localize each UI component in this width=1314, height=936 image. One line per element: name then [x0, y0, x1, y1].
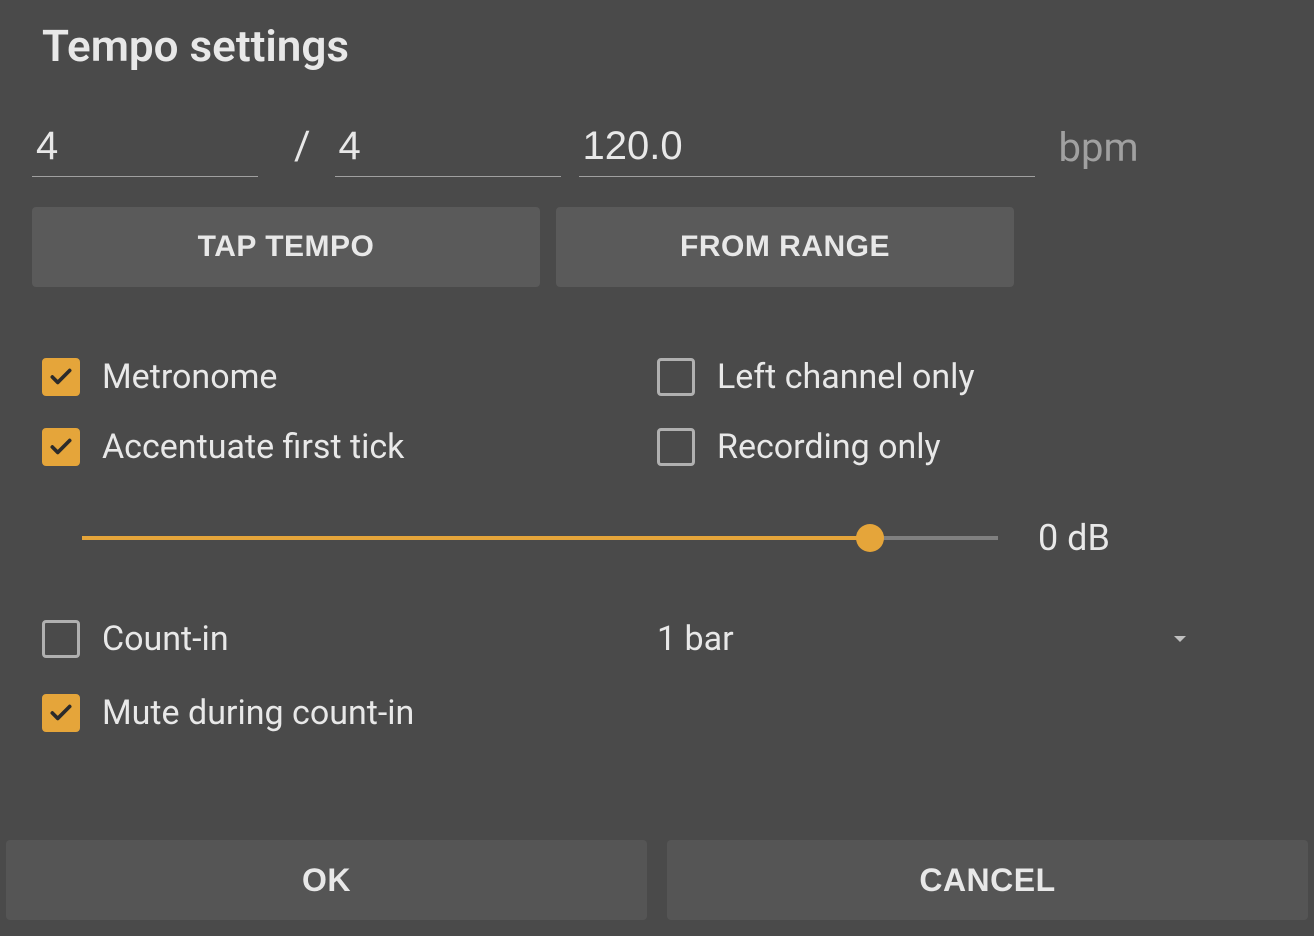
metronome-label: Metronome [102, 357, 277, 397]
check-icon [48, 434, 74, 460]
tempo-action-row: TAP TEMPO FROM RANGE [32, 207, 1282, 287]
count-in-bars-value: 1 bar [657, 619, 734, 659]
mute-count-in-label: Mute during count-in [102, 693, 414, 733]
check-icon [48, 700, 74, 726]
recording-only-checkbox[interactable] [657, 428, 695, 466]
dropdown-icon [1168, 627, 1192, 651]
left-channel-label: Left channel only [717, 357, 975, 397]
count-in-label: Count-in [102, 619, 229, 659]
count-in-bars-select[interactable]: 1 bar [657, 619, 1272, 659]
accentuate-label: Accentuate first tick [102, 427, 404, 467]
tap-tempo-button[interactable]: TAP TEMPO [32, 207, 540, 287]
time-signature-denominator-input[interactable] [335, 123, 561, 177]
volume-slider[interactable] [82, 524, 998, 552]
accentuate-checkbox[interactable] [42, 428, 80, 466]
tempo-settings-dialog: Tempo settings / bpm TAP TEMPO FROM RANG… [0, 0, 1314, 936]
cancel-button[interactable]: CANCEL [667, 840, 1308, 920]
dialog-title: Tempo settings [42, 20, 1284, 72]
slider-thumb[interactable] [856, 524, 884, 552]
from-range-button[interactable]: FROM RANGE [556, 207, 1014, 287]
volume-row: 0 dB [82, 517, 1278, 559]
bpm-unit-label: bpm [1059, 124, 1139, 177]
time-signature-row: / bpm [32, 122, 1282, 177]
time-signature-numerator-input[interactable] [32, 123, 258, 177]
count-in-row: Count-in 1 bar [42, 619, 1272, 659]
check-icon [48, 364, 74, 390]
volume-readout: 0 dB [1038, 517, 1130, 559]
dialog-button-row: OK CANCEL [0, 840, 1314, 920]
recording-only-label: Recording only [717, 427, 941, 467]
time-signature-slash: / [294, 122, 311, 177]
metronome-checkbox[interactable] [42, 358, 80, 396]
ok-button[interactable]: OK [6, 840, 647, 920]
count-in-checkbox[interactable] [42, 620, 80, 658]
slider-fill [82, 536, 870, 540]
mute-count-in-checkbox[interactable] [42, 694, 80, 732]
options-grid: Metronome Left channel only Accentuate f… [42, 357, 1272, 467]
left-channel-checkbox[interactable] [657, 358, 695, 396]
bpm-input[interactable] [579, 123, 1035, 177]
